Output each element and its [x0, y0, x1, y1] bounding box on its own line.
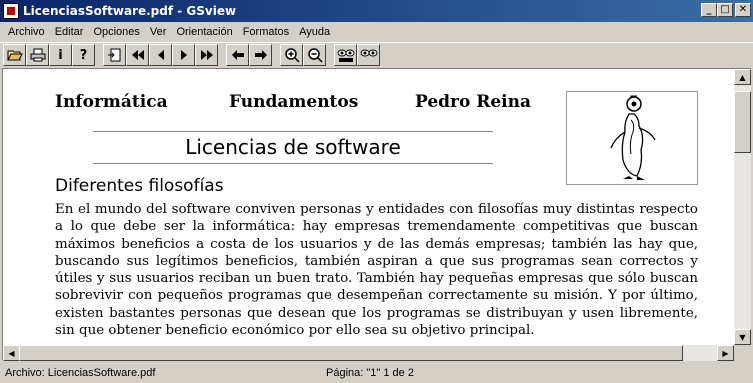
menu-opciones[interactable]: Opciones — [88, 26, 144, 38]
title-rule-top — [93, 131, 493, 132]
menu-archivo[interactable]: Archivo — [3, 26, 50, 38]
penguin-logo — [610, 95, 656, 180]
last-page-icon — [200, 50, 213, 60]
print-icon — [30, 48, 45, 62]
document-title: Licencias de software — [185, 135, 401, 159]
status-page-number: Página: "1" 1 de 2 — [326, 367, 414, 379]
status-bar: Archivo: LicenciasSoftware.pdf Página: "… — [0, 363, 753, 383]
horizontal-scroll-thumb[interactable] — [19, 345, 683, 361]
window-title: LicenciasSoftware.pdf - GSview — [23, 4, 237, 18]
minimize-icon: _ — [706, 4, 712, 15]
first-page-icon — [131, 50, 144, 60]
maximize-icon: □ — [720, 4, 730, 15]
arrow-right-icon: ▶ — [722, 348, 729, 358]
prev-page-button[interactable] — [149, 44, 172, 66]
title-rule-bottom — [93, 163, 493, 164]
arrow-left-icon: ◀ — [8, 348, 15, 358]
horizontal-scrollbar[interactable]: ◀ ▶ — [3, 345, 734, 361]
menu-ayuda[interactable]: Ayuda — [294, 26, 335, 38]
help-icon: ? — [79, 47, 88, 63]
section-heading: Diferentes filosofías — [55, 176, 224, 196]
zoom-out-button[interactable] — [303, 44, 326, 66]
open-button[interactable] — [3, 44, 26, 66]
back-button[interactable] — [226, 44, 249, 66]
minimize-button[interactable]: _ — [701, 3, 717, 17]
header-author: Pedro Reina — [415, 92, 532, 112]
status-filename: Archivo: LicenciasSoftware.pdf — [5, 367, 156, 379]
info-button[interactable]: i — [49, 44, 72, 66]
toolbar: i ? — [0, 42, 753, 67]
vertical-scrollbar[interactable]: ▲ ▼ — [734, 69, 751, 345]
scroll-down-button[interactable]: ▼ — [734, 329, 751, 345]
logo-frame — [566, 91, 698, 185]
help-button[interactable]: ? — [72, 44, 95, 66]
arrow-down-icon: ▼ — [739, 332, 746, 342]
arrow-up-icon: ▲ — [739, 72, 746, 82]
scroll-up-button[interactable]: ▲ — [734, 69, 751, 85]
next-page-button[interactable] — [172, 44, 195, 66]
menu-formatos[interactable]: Formatos — [238, 26, 294, 38]
first-page-button[interactable] — [126, 44, 149, 66]
menu-bar: Archivo Editar Opciones Ver Orientación … — [0, 22, 753, 41]
find-button[interactable] — [334, 44, 357, 66]
menu-editar[interactable]: Editar — [50, 26, 89, 38]
last-page-button[interactable] — [195, 44, 218, 66]
next-page-icon — [180, 50, 187, 60]
title-bar: LicenciasSoftware.pdf - GSview _ □ ✕ — [0, 0, 753, 22]
maximize-button[interactable]: □ — [717, 3, 733, 17]
header-subject: Informática — [55, 92, 168, 112]
find-next-icon — [360, 49, 377, 57]
scroll-right-button[interactable]: ▶ — [717, 345, 734, 361]
goto-page-icon — [107, 48, 120, 62]
pdf-page: Informática Fundamentos Pedro Reina Lice… — [3, 69, 735, 360]
info-icon: i — [58, 47, 63, 63]
forward-button[interactable] — [249, 44, 272, 66]
scrollbar-corner — [734, 345, 751, 361]
print-button[interactable] — [26, 44, 49, 66]
document-viewer[interactable]: Informática Fundamentos Pedro Reina Lice… — [2, 68, 751, 360]
zoom-in-icon — [284, 48, 300, 63]
find-icon — [337, 49, 354, 62]
menu-ver[interactable]: Ver — [145, 26, 172, 38]
vertical-scroll-thumb[interactable] — [734, 91, 751, 153]
scroll-left-button[interactable]: ◀ — [3, 345, 20, 361]
open-icon — [6, 50, 23, 61]
prev-page-icon — [157, 50, 164, 60]
find-next-button[interactable] — [357, 44, 380, 66]
body-paragraph: En el mundo del software conviven person… — [55, 202, 698, 339]
close-icon: ✕ — [738, 4, 748, 15]
zoom-in-button[interactable] — [280, 44, 303, 66]
gsview-app-icon[interactable] — [3, 3, 19, 19]
forward-icon — [254, 50, 267, 60]
zoom-out-icon — [307, 48, 323, 63]
header-course: Fundamentos — [229, 92, 359, 112]
back-icon — [231, 50, 244, 60]
menu-orientacion[interactable]: Orientación — [171, 26, 237, 38]
close-button[interactable]: ✕ — [735, 3, 751, 17]
goto-page-button[interactable] — [103, 44, 126, 66]
